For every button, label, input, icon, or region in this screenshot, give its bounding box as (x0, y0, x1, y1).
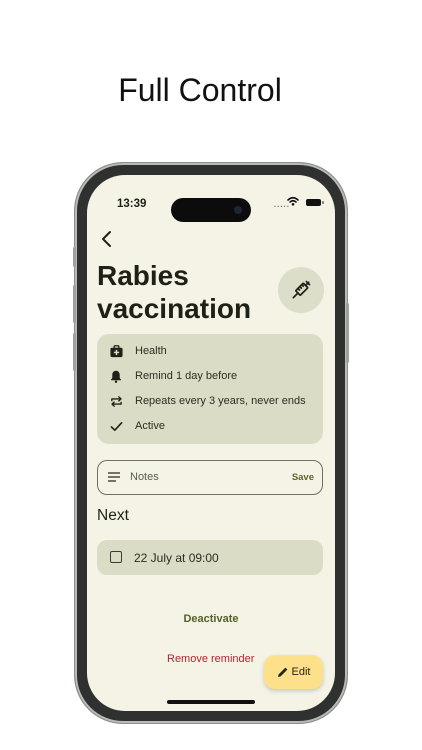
repeat-icon (109, 394, 123, 408)
reminder-title: Rabies vaccination (97, 260, 252, 324)
info-remind-text: Remind 1 day before (135, 370, 238, 382)
volume-down-button (73, 333, 76, 371)
occurrence-item[interactable]: 22 July at 09:00 (97, 540, 323, 575)
app-screen: 13:39 ..... Rabies vaccination Health Re… (87, 175, 335, 711)
pencil-icon (277, 667, 287, 677)
home-indicator[interactable] (167, 700, 255, 704)
info-row-status: Active (109, 417, 165, 435)
occurrence-checkbox[interactable] (110, 551, 122, 563)
syringe-icon (292, 280, 311, 299)
info-category-text: Health (135, 345, 167, 357)
info-repeat-text: Repeats every 3 years, never ends (135, 395, 306, 407)
category-icon-button[interactable] (278, 267, 324, 313)
wifi-icon (287, 196, 299, 206)
notes-lines-icon (108, 472, 120, 482)
info-row-remind: Remind 1 day before (109, 367, 237, 385)
check-icon (109, 419, 123, 433)
reminder-details-card: Health Remind 1 day before Repeats every… (97, 334, 323, 444)
info-row-category: Health (109, 342, 167, 360)
power-button (346, 303, 349, 363)
edit-fab[interactable]: Edit (264, 655, 323, 689)
info-status-text: Active (135, 420, 165, 432)
notes-field[interactable]: Notes Save (97, 460, 323, 495)
marketing-headline: Full Control (118, 72, 282, 108)
status-bar: 13:39 ..... (87, 192, 335, 222)
bell-icon (109, 369, 123, 383)
dynamic-island (171, 198, 251, 222)
volume-up-button (73, 285, 76, 323)
notes-placeholder[interactable]: Notes (130, 471, 159, 483)
medical-kit-icon (109, 344, 123, 358)
edit-fab-label: Edit (291, 666, 311, 678)
phone-frame: 13:39 ..... Rabies vaccination Health Re… (73, 163, 349, 723)
back-arrow-icon[interactable] (95, 227, 119, 251)
mute-switch (73, 247, 76, 267)
next-heading: Next (97, 507, 129, 524)
notes-save-button[interactable]: Save (292, 472, 314, 483)
status-time: 13:39 (117, 198, 147, 210)
occurrence-label: 22 July at 09:00 (134, 551, 219, 565)
camera-icon (234, 206, 242, 214)
remove-reminder-button[interactable]: Remove reminder (167, 653, 254, 665)
deactivate-button[interactable]: Deactivate (87, 613, 335, 625)
info-row-repeat: Repeats every 3 years, never ends (109, 392, 306, 410)
battery-icon (306, 199, 324, 206)
